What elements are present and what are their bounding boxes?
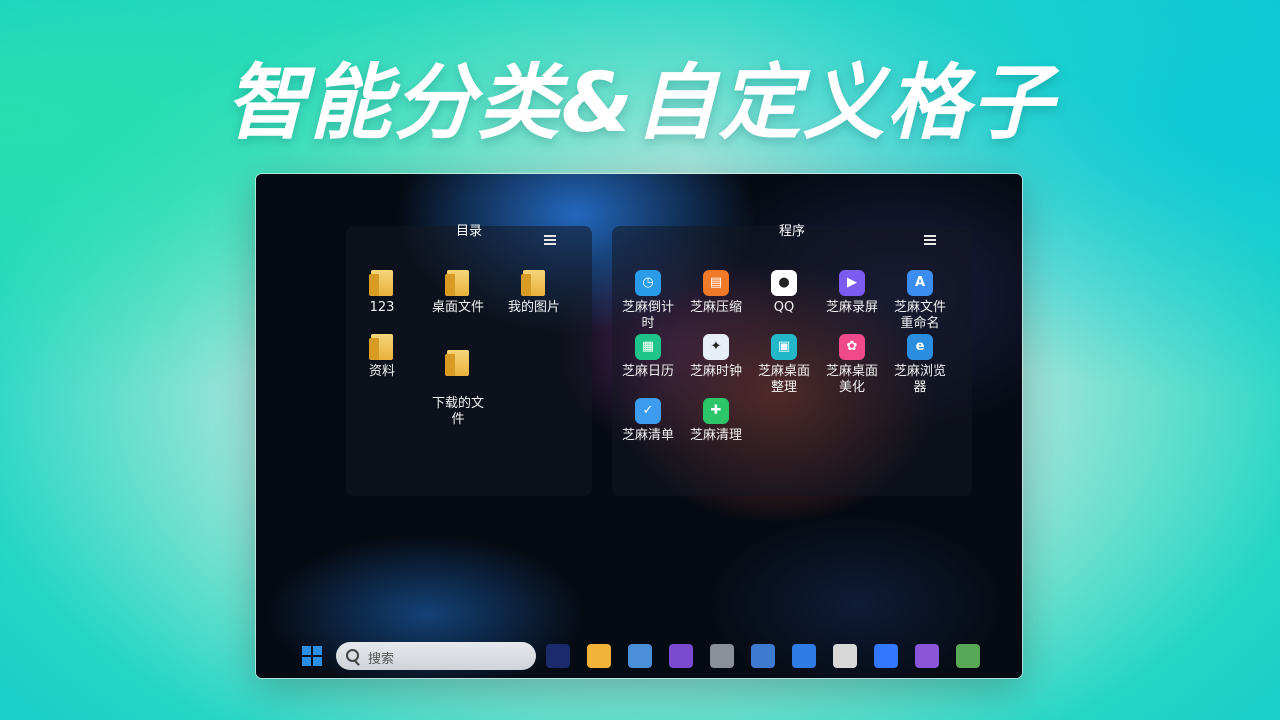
- folder-icon: [445, 350, 469, 376]
- paint-icon[interactable]: [833, 644, 857, 668]
- app-label: QQ: [773, 300, 795, 315]
- desktop-organize-icon: ▣: [771, 334, 797, 360]
- folder-icon: [369, 334, 393, 360]
- remote-desktop-icon[interactable]: [751, 644, 775, 668]
- clock-icon: ✦: [703, 334, 729, 360]
- desktop-app-shortcut[interactable]: ▦ 芝麻日历: [616, 334, 680, 380]
- clean-icon: ✚: [703, 398, 729, 424]
- feishu-icon[interactable]: [874, 644, 898, 668]
- desktop-app-shortcut[interactable]: ✦ 芝麻时钟: [684, 334, 748, 380]
- folder-label: 我的图片: [507, 300, 560, 315]
- app-label: 芝麻桌面 整理: [757, 364, 810, 395]
- app-label: 芝麻清理: [689, 428, 742, 443]
- app-label: 芝麻录屏: [825, 300, 878, 315]
- app-label: 芝麻浏览 器: [893, 364, 946, 395]
- record-icon: ▶: [839, 270, 865, 296]
- folder-label: 资料: [368, 364, 395, 379]
- folder-icon: [445, 270, 469, 296]
- browser-icon: e: [907, 334, 933, 360]
- desktop-folder[interactable]: 资料: [350, 334, 414, 380]
- fence-menu-icon[interactable]: [544, 235, 556, 246]
- database-icon[interactable]: [710, 644, 734, 668]
- image-editor-icon[interactable]: [956, 644, 980, 668]
- search-icon: [346, 649, 359, 662]
- app-label: 芝麻文件 重命名: [893, 300, 946, 331]
- desktop-app-shortcut[interactable]: ✿ 芝麻桌面 美化: [820, 334, 884, 396]
- app-label: 芝麻桌面 美化: [825, 364, 878, 395]
- dev-tool-icon[interactable]: [546, 644, 570, 668]
- app-label: 芝麻日历: [621, 364, 674, 379]
- folder-label: 下载的文 件: [431, 396, 484, 427]
- folder-label: 桌面文件: [431, 300, 484, 315]
- vs-code-icon[interactable]: [915, 644, 939, 668]
- countdown-icon: ◷: [635, 270, 661, 296]
- desktop-app-shortcut[interactable]: ◷ 芝麻倒计 时: [616, 270, 680, 332]
- desktop-app-shortcut[interactable]: ✚ 芝麻清理: [684, 398, 748, 444]
- compress-icon: ▤: [703, 270, 729, 296]
- checklist-icon: ✓: [635, 398, 661, 424]
- desktop-app-shortcut[interactable]: ▣ 芝麻桌面 整理: [752, 334, 816, 396]
- folder-label: 123: [369, 300, 395, 315]
- qq-icon: ●: [771, 270, 797, 296]
- headline: 智能分类&自定义格子: [225, 56, 1055, 151]
- desktop-app-shortcut[interactable]: ▤ 芝麻压缩: [684, 270, 748, 316]
- palette-icon: ✿: [839, 334, 865, 360]
- desktop-folder[interactable]: 下载的文 件: [426, 334, 490, 444]
- desktop-folder[interactable]: 我的图片: [502, 270, 566, 316]
- folder-icon: [369, 270, 393, 296]
- desktop-app-shortcut[interactable]: ✓ 芝麻清单: [616, 398, 680, 444]
- calendar-icon: ▦: [635, 334, 661, 360]
- desktop-app-shortcut[interactable]: ▶ 芝麻录屏: [820, 270, 884, 316]
- taskbar-search-box[interactable]: 搜索: [336, 642, 536, 670]
- windows-start-icon[interactable]: [302, 646, 322, 666]
- taskbar: 搜索: [256, 634, 1022, 678]
- app-label: 芝麻时钟: [689, 364, 742, 379]
- desktop-screenshot: 目录 ‹ › 123 桌面文件 我的图片 资料 下载的文 件 程序 ‹ › ◷芝…: [256, 174, 1022, 678]
- visual-studio-icon[interactable]: [669, 644, 693, 668]
- photos-icon[interactable]: [628, 644, 652, 668]
- search-placeholder: 搜索: [368, 652, 395, 667]
- desktop-folder[interactable]: 桌面文件: [426, 270, 490, 316]
- fence-title: 程序: [778, 224, 805, 239]
- desktop-app-shortcut[interactable]: ● QQ: [752, 270, 816, 316]
- app-label: 芝麻倒计 时: [621, 300, 674, 331]
- desktop-app-shortcut[interactable]: e 芝麻浏览 器: [888, 334, 952, 396]
- app-label: 芝麻清单: [621, 428, 674, 443]
- desktop-app-shortcut[interactable]: A 芝麻文件 重命名: [888, 270, 952, 332]
- todo-icon[interactable]: [792, 644, 816, 668]
- desktop-folder[interactable]: 123: [350, 270, 414, 316]
- fence-menu-icon[interactable]: [924, 235, 936, 246]
- app-label: 芝麻压缩: [689, 300, 742, 315]
- folder-icon: [521, 270, 545, 296]
- rename-icon: A: [907, 270, 933, 296]
- file-explorer-icon[interactable]: [587, 644, 611, 668]
